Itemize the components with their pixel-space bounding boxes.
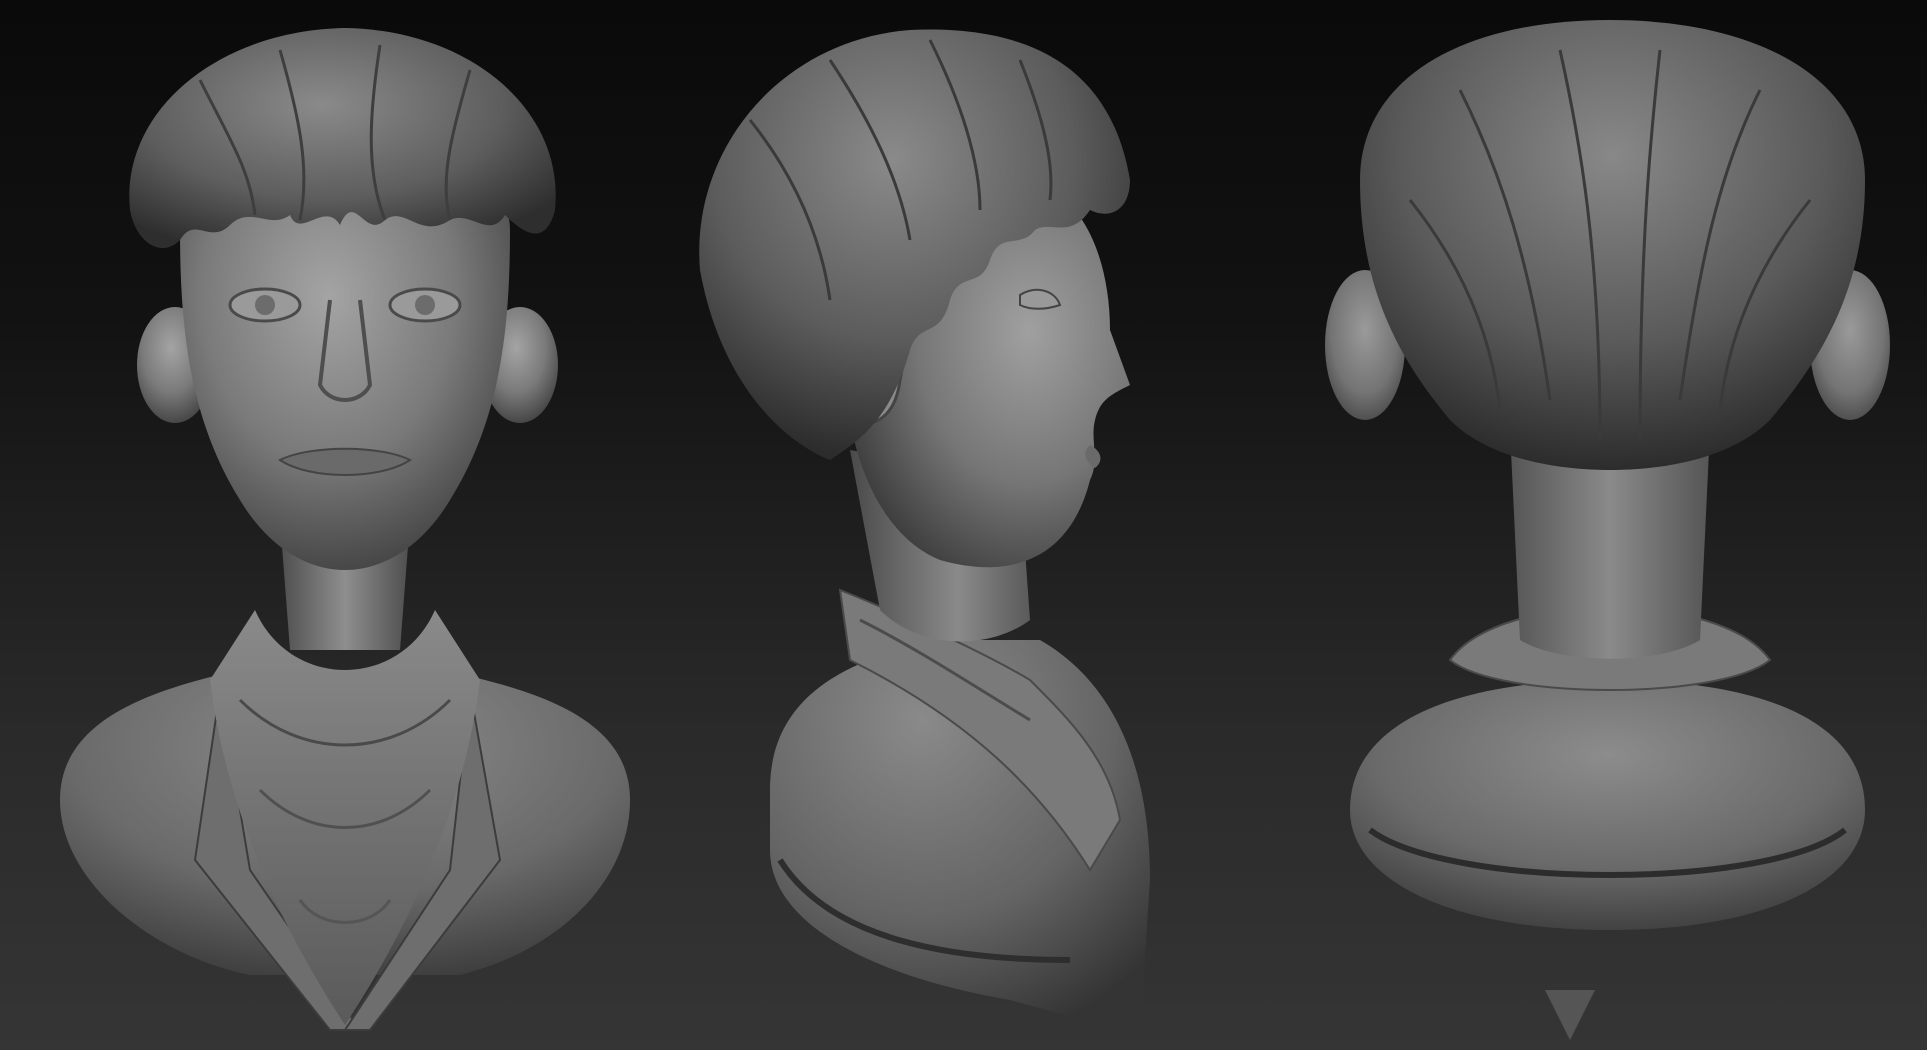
bust-front-view bbox=[0, 0, 690, 1050]
bust-side-view bbox=[690, 0, 1310, 1050]
bust-back-figure bbox=[1325, 20, 1890, 1040]
bust-side-figure bbox=[699, 29, 1150, 1035]
bust-back-view bbox=[1300, 0, 1927, 1050]
sculpt-turnaround-canvas bbox=[0, 0, 1927, 1050]
bust-front-figure bbox=[60, 28, 630, 1031]
